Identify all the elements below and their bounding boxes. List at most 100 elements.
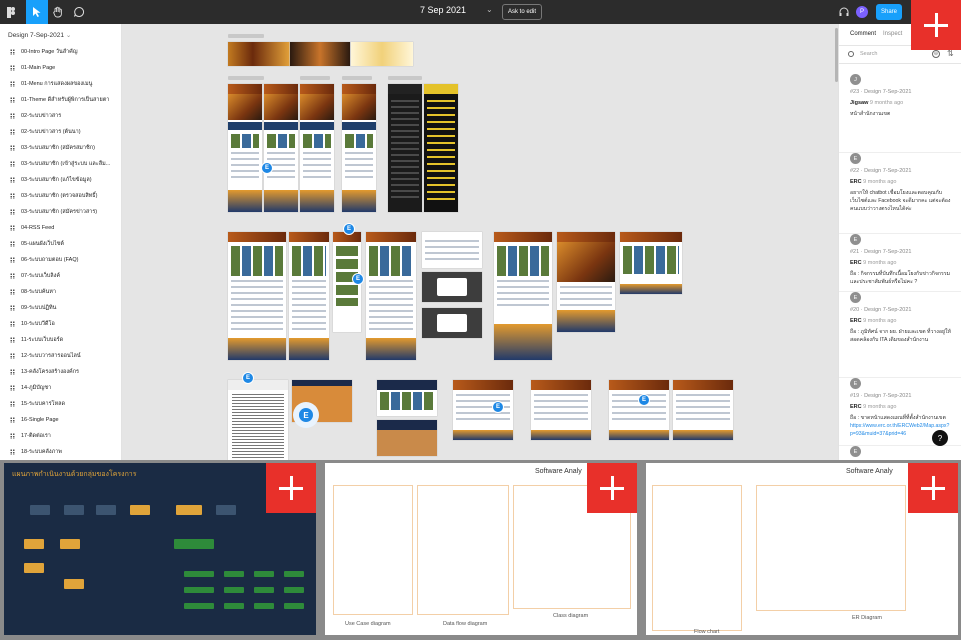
comments-panel: Comment Inspect Search ⊖ ⇅ J #23 · Design… xyxy=(838,24,961,460)
comment-thread[interactable]: J #23 · Design 7-Sep-2021 Jigsaw 9 months … xyxy=(839,74,961,153)
page-item[interactable]: 00-Intro Page วันสำคัญ xyxy=(0,44,121,60)
frame-book-1[interactable] xyxy=(377,380,437,416)
page-item[interactable]: 03-ระบบสมาชิก (สมัครสมาชิก) xyxy=(0,140,121,156)
move-tool-button[interactable] xyxy=(26,0,48,24)
page-item[interactable]: 12-ระบบวารสารออนไลน์ xyxy=(0,348,121,364)
comment-text: ถือ : ภูมิทัศน์ จาก ผย. ฝ่ายและเขต ที่วา… xyxy=(850,329,951,343)
frame-intro-1[interactable] xyxy=(228,42,290,66)
page-item[interactable]: 14-ภูมิบัญชา xyxy=(0,380,121,396)
share-button[interactable]: Share xyxy=(876,4,902,20)
expand-plus-icon[interactable] xyxy=(911,0,961,50)
comment-thread[interactable]: E #20 · Design 7-Sep-2021 ERC 9 months ago… xyxy=(839,292,961,378)
comment-body: ถือ : ภูมิทัศน์ จาก ผย. ฝ่ายและเขต ที่วา… xyxy=(850,328,956,344)
comment-tool-button[interactable] xyxy=(68,0,90,24)
frame-intro-2[interactable] xyxy=(290,42,350,66)
tab-inspect[interactable]: Inspect xyxy=(883,31,902,37)
user-avatar[interactable]: P xyxy=(856,6,868,18)
expand-plus-icon[interactable] xyxy=(266,463,316,513)
page-item[interactable]: 08-ระบบค้นหา xyxy=(0,284,121,300)
frame-main-2[interactable] xyxy=(264,84,298,212)
page-item[interactable]: 03-ระบบสมาชิก (แก้ไขข้อมูล) xyxy=(0,172,121,188)
frame-main-1[interactable] xyxy=(228,84,262,212)
frame-member-3[interactable] xyxy=(620,232,682,294)
page-item[interactable]: 05-แผนผังเว็บไซต์ xyxy=(0,236,121,252)
headphones-icon[interactable] xyxy=(838,6,850,18)
collaborator-avatar[interactable]: E xyxy=(492,401,504,413)
page-item[interactable]: 11-ระบบเว็บบอร์ด xyxy=(0,332,121,348)
frame-main-4[interactable] xyxy=(342,84,376,212)
frame-form-4[interactable] xyxy=(673,380,733,440)
page-item[interactable]: 16-Single Page xyxy=(0,412,121,428)
frame-news-2[interactable] xyxy=(289,232,329,360)
page-item[interactable]: 03-ระบบสมาชิก (เข้าสู่ระบบ และลืม... xyxy=(0,156,121,172)
search-input[interactable]: Search xyxy=(860,51,877,57)
frame-intro-3[interactable] xyxy=(351,42,413,66)
frame-main-dark-2[interactable] xyxy=(424,84,458,212)
comment-body: ถือ : กิจกรรมที่บันทึกเนื้อมโยงกับข่าวกิ… xyxy=(850,270,956,286)
page-item[interactable]: 04-RSS Feed xyxy=(0,220,121,236)
pages-header[interactable]: Design 7-Sep-2021 ⌄ xyxy=(8,31,71,39)
comment-time: 9 months ago xyxy=(863,260,897,266)
hand-tool-button[interactable] xyxy=(47,0,69,24)
thumbnail-software-analysis-1[interactable]: Software Analy Use Case diagram Data flo… xyxy=(325,463,637,635)
page-item[interactable]: 15-ระบบคารโหลด xyxy=(0,396,121,412)
frame-main-3[interactable] xyxy=(300,84,334,212)
thumbnail-workflow-diagram[interactable]: แผนภาพกำเนินงานด้วยกลุ่มของโครงการ xyxy=(4,463,316,635)
frame-form-3[interactable] xyxy=(609,380,669,440)
collaborator-avatar-selected[interactable]: E xyxy=(293,402,319,428)
page-item[interactable]: 18-ระบบคลังภาพ xyxy=(0,444,121,460)
ask-to-edit-button[interactable]: Ask to edit xyxy=(502,4,542,20)
page-item[interactable]: 07-ระบบเว็บลิงค์ xyxy=(0,268,121,284)
frame-form-2[interactable] xyxy=(531,380,591,440)
sort-icon[interactable]: ⇅ xyxy=(947,49,954,58)
frame-doc-1[interactable] xyxy=(228,380,288,460)
page-item[interactable]: 02-ระบบข่าวสาร xyxy=(0,108,121,124)
page-item[interactable]: 03-ระบบสมาชิก (สมัครข่าวสาร) xyxy=(0,204,121,220)
file-title[interactable]: 7 Sep 2021 xyxy=(420,5,466,15)
tab-comment[interactable]: Comment xyxy=(850,31,876,37)
frame-book-2[interactable] xyxy=(377,420,437,456)
collaborator-avatar[interactable]: E xyxy=(343,223,355,235)
design-canvas[interactable]: E E E E E E E xyxy=(122,24,838,460)
page-item[interactable]: 02-ระบบข่าวสาร (ต้นนา) xyxy=(0,124,121,140)
page-item[interactable]: 13-คลังโครงสร้างองค์กร xyxy=(0,364,121,380)
frame-news-1[interactable] xyxy=(228,232,286,360)
frame-modal-3[interactable] xyxy=(422,308,482,338)
expand-plus-icon[interactable] xyxy=(587,463,637,513)
page-item[interactable]: 01-Theme ดีสำหรับผู้พิการเป็นสายตา xyxy=(0,92,121,108)
frame-news-4[interactable] xyxy=(366,232,416,360)
page-item[interactable]: 06-ระบบถามตอบ (FAQ) xyxy=(0,252,121,268)
main-menu-button[interactable] xyxy=(0,0,22,24)
page-item[interactable]: 01-Main Page xyxy=(0,60,121,76)
collaborator-avatar[interactable]: E xyxy=(638,394,650,406)
frame-member-2[interactable] xyxy=(557,232,615,332)
chevron-down-icon[interactable]: ⌄ xyxy=(486,5,493,14)
frame-member-1[interactable] xyxy=(494,232,552,360)
frame-modal-1[interactable] xyxy=(422,232,482,268)
drag-handle-icon xyxy=(10,113,15,119)
frame-form-1[interactable] xyxy=(453,380,513,440)
drag-handle-icon xyxy=(10,177,15,183)
page-item[interactable]: 03-ระบบสมาชิก (ตรวจสอบสิทธิ์) xyxy=(0,188,121,204)
comment-meta: #21 · Design 7-Sep-2021 xyxy=(850,249,912,255)
thumbnail-software-analysis-2[interactable]: Software Analy Flow chart ER Diagram xyxy=(646,463,958,635)
filter-icon[interactable]: ⊖ xyxy=(932,50,940,58)
page-item[interactable]: 09-ระบบปฏิทิน xyxy=(0,300,121,316)
collaborator-avatar[interactable]: E xyxy=(242,372,254,384)
comment-thread[interactable]: E #21 · Design 7-Sep-2021 ERC 9 months ago… xyxy=(839,234,961,292)
expand-plus-icon[interactable] xyxy=(908,463,958,513)
page-item[interactable]: 01-Menu การแสดงผลของเมนู xyxy=(0,76,121,92)
frame-main-dark-1[interactable] xyxy=(388,84,422,212)
comment-thread[interactable]: E #22 · Design 7-Sep-2021 ERC 9 months ago… xyxy=(839,153,961,234)
help-button[interactable]: ? xyxy=(932,430,948,446)
page-item[interactable]: 17-ติดต่อเรา xyxy=(0,428,121,444)
drag-handle-icon xyxy=(10,417,15,423)
page-item[interactable]: 10-ระบบวีดีโอ xyxy=(0,316,121,332)
comment-thread[interactable]: E xyxy=(839,446,961,460)
comment-text: ถือ : ขาดหน้าแสดงแผนที่ที่ตั้งสำนักงานเข… xyxy=(850,415,946,421)
collaborator-avatar[interactable]: E xyxy=(261,162,273,174)
collaborator-avatar[interactable]: E xyxy=(352,273,364,285)
frame-modal-2[interactable] xyxy=(422,272,482,302)
drag-handle-icon xyxy=(10,65,15,71)
top-toolbar: 7 Sep 2021 ⌄ Ask to edit P Share xyxy=(0,0,961,24)
